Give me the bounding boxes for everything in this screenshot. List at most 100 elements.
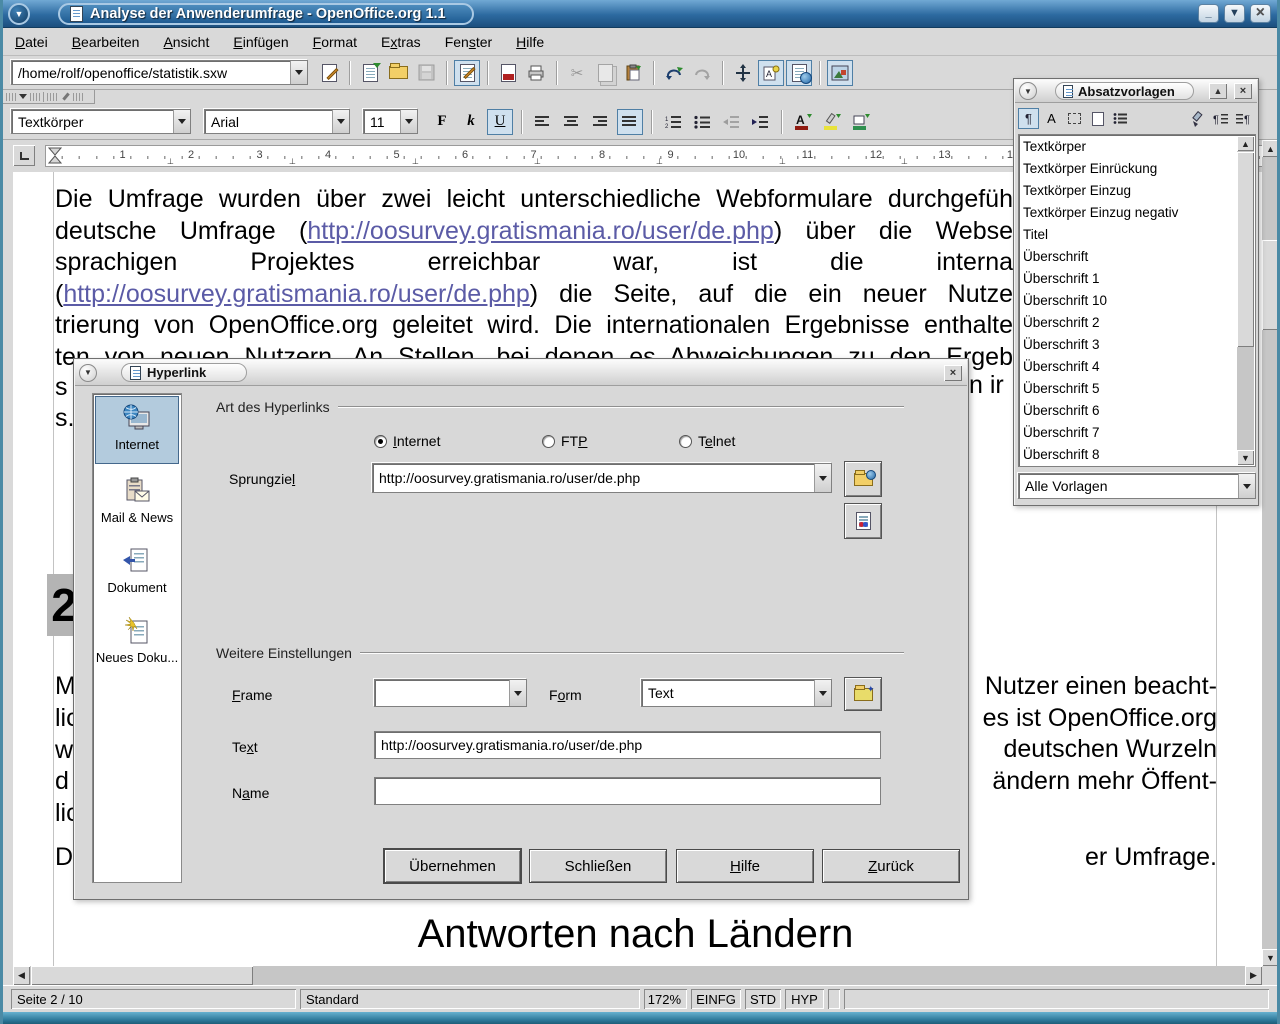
stylist-close-icon[interactable]: × (1234, 83, 1252, 99)
radio-option[interactable]: Telnet (679, 433, 735, 449)
align-justify-icon[interactable] (617, 109, 643, 135)
update-style-icon[interactable]: ¶ (1233, 108, 1254, 129)
frame-styles-icon[interactable] (1064, 108, 1085, 129)
font-name-combobox[interactable]: Arial (204, 109, 350, 134)
web-browser-button[interactable] (844, 461, 882, 497)
radio-option[interactable]: FTP (542, 433, 587, 449)
open-icon[interactable] (385, 60, 411, 86)
dialog-menu-button[interactable]: ▼ (79, 364, 97, 382)
frame-combobox[interactable] (374, 679, 527, 707)
apply-button[interactable]: Übernehmen (384, 849, 521, 883)
scroll-down-icon[interactable]: ▼ (1237, 450, 1254, 465)
undo-icon[interactable] (661, 60, 687, 86)
menu-item[interactable]: Format (301, 30, 369, 54)
highlighting-icon[interactable] (819, 109, 845, 135)
indent-marker[interactable] (48, 147, 62, 165)
scrollbar-thumb[interactable] (1262, 240, 1279, 330)
radio-option[interactable]: Internet (374, 433, 440, 449)
menu-item[interactable]: Hilfe (504, 30, 556, 54)
style-list-item[interactable]: Überschrift 4 (1019, 355, 1255, 377)
paragraph-style-combobox[interactable]: Textkörper (11, 109, 191, 134)
edit-mode-icon[interactable] (454, 60, 480, 86)
style-list-scrollbar[interactable]: ▲ ▼ (1237, 136, 1254, 465)
character-styles-icon[interactable]: A (1041, 108, 1062, 129)
category-new-document[interactable]: Neues Doku... (95, 610, 179, 670)
scroll-up-icon[interactable]: ▲ (1262, 140, 1279, 157)
toolbar-grip[interactable] (47, 93, 57, 101)
style-list-item[interactable]: Überschrift 10 (1019, 289, 1255, 311)
name-input[interactable] (374, 777, 881, 805)
style-list-item[interactable]: Titel (1019, 223, 1255, 245)
new-style-from-selection-icon[interactable]: ¶ (1210, 108, 1231, 129)
stylist-titlebar[interactable]: ▼ Absatzvorlagen ▲ × (1015, 80, 1257, 103)
status-hyperlink-mode[interactable]: HYP (785, 989, 824, 1009)
menu-item[interactable]: Datei (3, 30, 60, 54)
status-page-style[interactable]: Standard (300, 989, 640, 1009)
align-left-icon[interactable] (530, 109, 556, 135)
style-list[interactable]: ▲ ▼ TextkörperTextkörper EinrückungTextk… (1018, 134, 1256, 467)
style-list-item[interactable]: Überschrift 5 (1019, 377, 1255, 399)
menu-item[interactable]: Einfügen (221, 30, 300, 54)
paste-icon[interactable] (620, 60, 646, 86)
category-mail-news[interactable]: Mail & News (95, 470, 179, 532)
increase-indent-icon[interactable] (747, 109, 773, 135)
style-filter-combobox[interactable]: Alle Vorlagen (1018, 473, 1256, 499)
stylist-menu-button[interactable]: ▼ (1019, 82, 1037, 100)
close-button-dialog[interactable]: Schließen (529, 849, 667, 883)
style-list-item[interactable]: Textkörper Einzug negativ (1019, 201, 1255, 223)
scroll-left-icon[interactable]: ◀ (13, 966, 30, 985)
status-zoom[interactable]: 172% (644, 989, 687, 1009)
paragraph-background-icon[interactable] (848, 109, 874, 135)
back-button[interactable]: Zurück (822, 849, 960, 883)
shade-icon[interactable]: ▲ (1209, 83, 1227, 99)
align-center-icon[interactable] (559, 109, 585, 135)
url-dropdown-arrow[interactable] (290, 61, 307, 84)
status-selection-mode[interactable]: STD (745, 989, 781, 1009)
stylist-icon[interactable]: A (758, 60, 784, 86)
bold-icon[interactable]: F (429, 109, 455, 135)
print-icon[interactable] (523, 60, 549, 86)
menu-item[interactable]: Extras (369, 30, 433, 54)
style-list-item[interactable]: Überschrift 6 (1019, 399, 1255, 421)
category-document[interactable]: Dokument (95, 540, 179, 600)
page-styles-icon[interactable] (1087, 108, 1108, 129)
export-pdf-icon[interactable] (495, 60, 521, 86)
scroll-right-icon[interactable]: ▶ (1245, 966, 1262, 985)
style-list-item[interactable]: Überschrift 2 (1019, 311, 1255, 333)
chevron-down-icon[interactable] (19, 94, 27, 99)
toolbar-grip[interactable] (30, 93, 40, 101)
hyperlink-text[interactable]: http://oosurvey.gratismania.ro/user/de.p… (63, 280, 529, 308)
dialog-titlebar[interactable]: ▼ Hyperlink × (75, 360, 967, 386)
numbered-list-icon[interactable]: 12 (660, 109, 686, 135)
category-internet[interactable]: Internet (95, 396, 179, 464)
new-document-icon[interactable] (357, 60, 383, 86)
minimize-button[interactable]: _ (1198, 4, 1219, 23)
scrollbar-thumb[interactable] (1237, 152, 1254, 347)
menu-item[interactable]: Fenster (433, 30, 504, 54)
status-page[interactable]: Seite 2 / 10 (11, 989, 296, 1009)
toolbar-grip[interactable] (6, 93, 16, 101)
url-value[interactable]: /home/rolf/openoffice/statistik.sxw (12, 65, 290, 81)
align-right-icon[interactable] (588, 109, 614, 135)
status-insert-mode[interactable]: EINFG (691, 989, 741, 1009)
events-button[interactable]: ✦ (844, 677, 882, 711)
hyperlink-dialog-icon[interactable] (786, 60, 812, 86)
edit-file-icon[interactable] (316, 60, 342, 86)
paragraph-styles-icon[interactable]: ¶ (1018, 108, 1039, 129)
text-input[interactable]: http://oosurvey.gratismania.ro/user/de.p… (374, 731, 881, 759)
horizontal-scrollbar[interactable]: ◀ ▶ (13, 966, 1262, 985)
gallery-icon[interactable] (827, 60, 853, 86)
menu-item[interactable]: Ansicht (151, 30, 221, 54)
scroll-up-icon[interactable]: ▲ (1237, 136, 1254, 151)
vertical-scrollbar[interactable]: ▲ ▼ (1262, 140, 1279, 966)
style-list-item[interactable]: Überschrift (1019, 245, 1255, 267)
menu-item[interactable]: Bearbeiten (60, 30, 152, 54)
tab-type-selector[interactable] (13, 145, 35, 166)
style-list-item[interactable]: Textkörper Einrückung (1019, 157, 1255, 179)
style-list-item[interactable]: Überschrift 1 (1019, 267, 1255, 289)
scrollbar-thumb[interactable] (31, 966, 253, 985)
style-list-item[interactable]: Textkörper Einzug (1019, 179, 1255, 201)
form-combobox[interactable]: Text (641, 679, 832, 707)
help-button[interactable]: Hilfe (676, 849, 814, 883)
italic-icon[interactable]: k (458, 109, 484, 135)
